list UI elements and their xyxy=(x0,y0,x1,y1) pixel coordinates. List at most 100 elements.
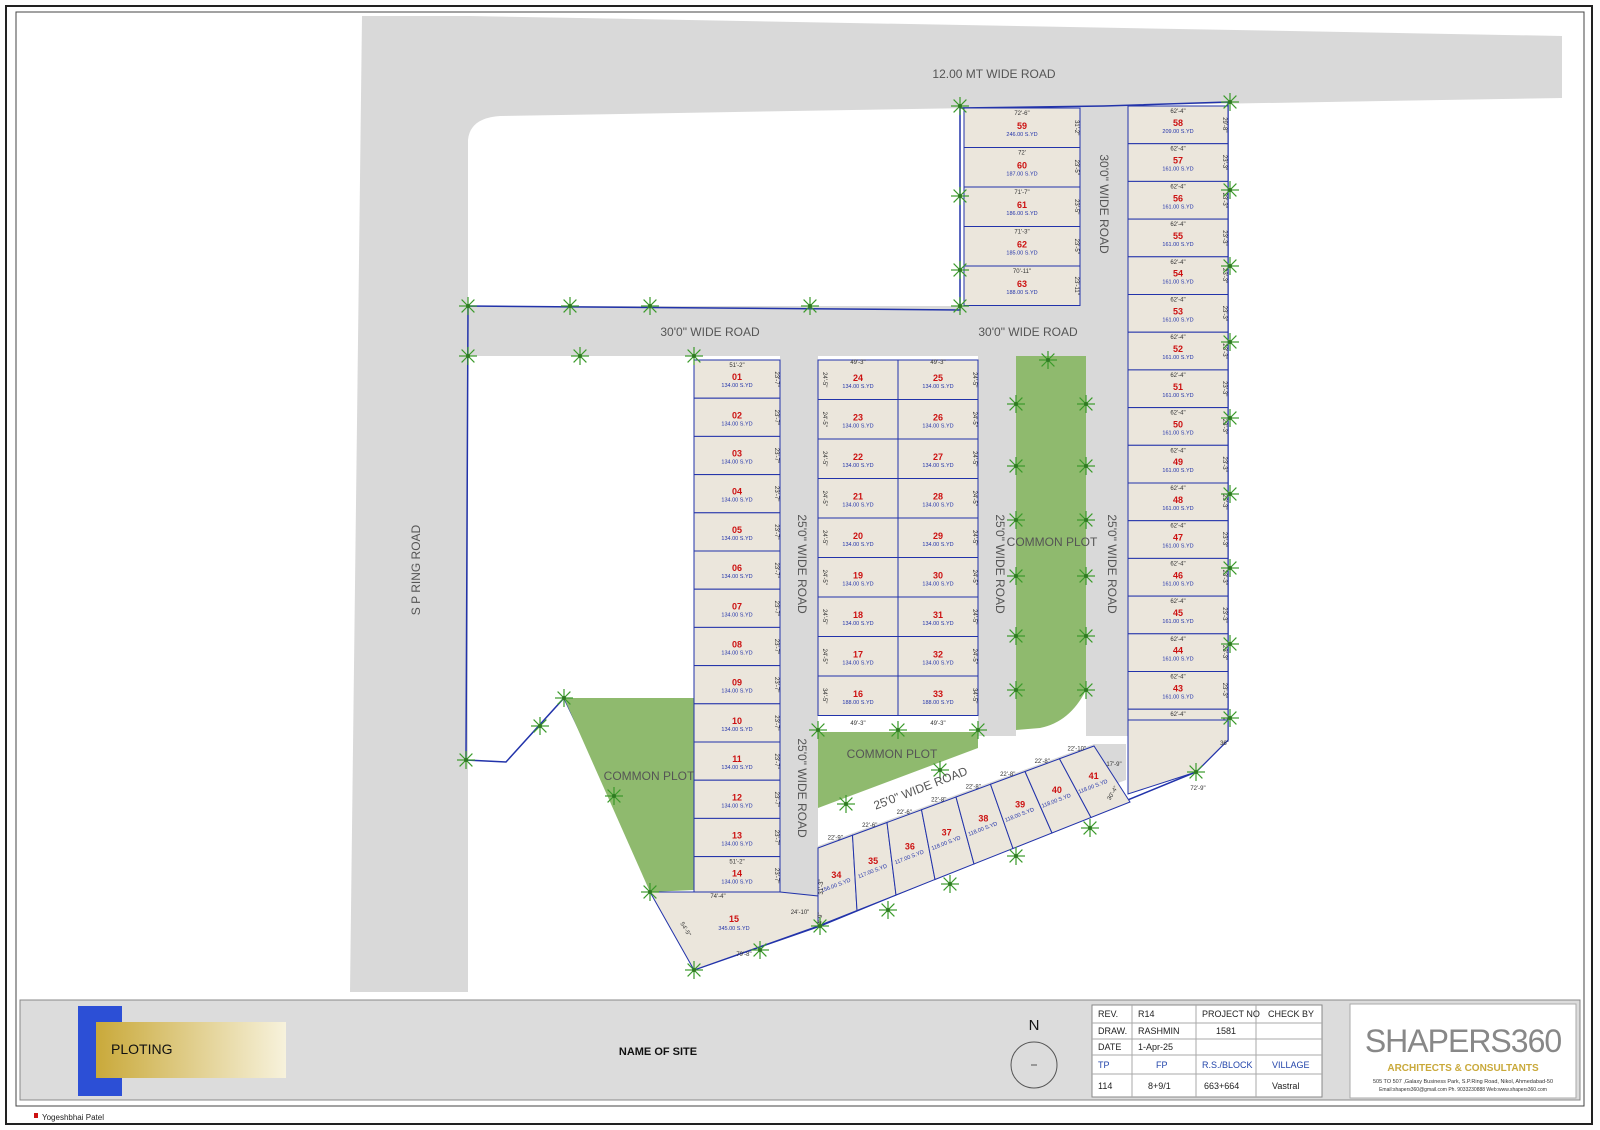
plot-number-22: 22 xyxy=(853,452,863,462)
plot-number-30: 30 xyxy=(933,570,943,580)
plot-number-16: 16 xyxy=(853,689,863,699)
common-plot-label-east: COMMON PLOT xyxy=(1007,535,1098,549)
plot-area-63: 188.00 S.YD xyxy=(1006,290,1037,296)
plot-number-53: 53 xyxy=(1173,306,1183,316)
plot-width-61: 71'-7" xyxy=(1014,190,1029,196)
plot-number-17: 17 xyxy=(853,649,863,659)
draw-value: RASHMIN xyxy=(1138,1026,1180,1036)
plot-number-57: 57 xyxy=(1173,156,1183,166)
plot-area-50: 161.00 S.YD xyxy=(1162,430,1193,436)
date-label: DATE xyxy=(1098,1042,1121,1052)
rs-block-label: R.S./BLOCK xyxy=(1202,1060,1253,1070)
common-plot-label-west: COMMON PLOT xyxy=(604,769,695,783)
village-label: VILLAGE xyxy=(1272,1060,1310,1070)
tree-icon xyxy=(459,347,477,365)
diag-dim-a: 17'-9" xyxy=(1106,762,1121,768)
plot-width-36: 22'-6" xyxy=(897,810,912,816)
road-label-25-d: 25'0" WIDE ROAD xyxy=(1105,514,1119,614)
plot-depth-33: 34'-5" xyxy=(971,688,977,703)
plot-number-19: 19 xyxy=(853,570,863,580)
tree-icon xyxy=(1221,709,1239,727)
plot-width-15: 74'-4" xyxy=(710,894,725,900)
plot-width-56: 62'-4" xyxy=(1170,184,1185,190)
plot-width-48: 62'-4" xyxy=(1170,486,1185,492)
tree-icon xyxy=(555,689,573,707)
brand-logo: SHAPERS360 xyxy=(1365,1023,1562,1059)
plot-number-44: 44 xyxy=(1173,646,1183,656)
plot-depth-53: 23'-3" xyxy=(1221,306,1227,321)
plot-number-59: 59 xyxy=(1017,121,1027,131)
tp-value: 114 xyxy=(1098,1081,1112,1091)
site-plan-sheet: 01134.00 S.YD 23'-7"51'-2"02134.00 S.YD 23… xyxy=(5,5,1593,1125)
road-label-30-a: 30'0" WIDE ROAD xyxy=(660,325,760,339)
mid-width-2: 49'-3" xyxy=(850,721,865,727)
plot-area-06: 134.00 S.YD xyxy=(721,574,752,580)
plot-depth-21: 24'-5" xyxy=(821,491,827,506)
plot-area-10: 134.00 S.YD xyxy=(721,727,752,733)
plot-number-38: 38 xyxy=(978,813,988,823)
plot-number-01: 01 xyxy=(732,372,742,382)
plot-area-62: 185.00 S.YD xyxy=(1006,250,1037,256)
plot-area-15: 345.00 S.YD xyxy=(718,926,749,932)
plot-depth-63: 23'-11" xyxy=(1073,277,1079,295)
plot-depth-11: 23'-7" xyxy=(773,753,779,768)
plot-depth-10: 23'-7" xyxy=(773,715,779,730)
project-no-value: 1581 xyxy=(1216,1026,1236,1036)
plot-area-11: 134.00 S.YD xyxy=(721,765,752,771)
plot-area-55: 161.00 S.YD xyxy=(1162,242,1193,248)
plot-width-63: 70'-11" xyxy=(1013,269,1031,275)
plot-area-48: 161.00 S.YD xyxy=(1162,506,1193,512)
plot-number-21: 21 xyxy=(853,491,863,501)
plot-width-55: 62'-4" xyxy=(1170,222,1185,228)
plot-number-03: 03 xyxy=(732,449,742,459)
plot-number-48: 48 xyxy=(1173,495,1183,505)
plot-area-44: 161.00 S.YD xyxy=(1162,657,1193,663)
tree-icon xyxy=(561,297,579,315)
plot-number-37: 37 xyxy=(942,828,952,838)
plot-area-08: 134.00 S.YD xyxy=(721,651,752,657)
plot-area-09: 134.00 S.YD xyxy=(721,689,752,695)
tree-icon xyxy=(1187,763,1205,781)
tree-icon xyxy=(1007,457,1025,475)
tree-icon xyxy=(641,883,659,901)
plot-number-40: 40 xyxy=(1052,785,1062,795)
tree-icon xyxy=(1077,567,1095,585)
site-plan: 01134.00 S.YD 23'-7"51'-2"02134.00 S.YD 23… xyxy=(350,16,1562,992)
plot-area-46: 161.00 S.YD xyxy=(1162,581,1193,587)
plot-width-50: 62'-4" xyxy=(1170,411,1185,417)
plot-number-49: 49 xyxy=(1173,457,1183,467)
title-block: PLOTING NAME OF SITE N REV. R14 PROJECT … xyxy=(19,999,1581,1101)
plot-area-33: 188.00 S.YD xyxy=(922,700,953,706)
plot-depth-12: 23'-7" xyxy=(773,792,779,807)
title-block-table: REV. R14 PROJECT NO CHECK BY DRAW. RASHM… xyxy=(1091,1004,1323,1098)
tree-icon xyxy=(1221,181,1239,199)
plot-depth-07: 23'-7" xyxy=(773,601,779,616)
plot-number-60: 60 xyxy=(1017,160,1027,170)
plot-number-18: 18 xyxy=(853,610,863,620)
plot-number-08: 08 xyxy=(732,640,742,650)
common-plot-west xyxy=(564,698,694,892)
plot-width-41: 22'-10" xyxy=(1067,746,1086,752)
plot-number-33: 33 xyxy=(933,689,943,699)
plot-area-01: 134.00 S.YD xyxy=(721,383,752,389)
plot-depth-17: 24'-5" xyxy=(821,649,827,664)
plot-depth-24: 24'-5" xyxy=(821,372,827,387)
plot-area-20: 134.00 S.YD xyxy=(842,542,873,548)
plot-area-16: 188.00 S.YD xyxy=(842,700,873,706)
tp-label: TP xyxy=(1098,1060,1110,1070)
owner-name: Yogeshbhai Patel xyxy=(42,1113,104,1122)
plot-area-54: 161.00 S.YD xyxy=(1162,280,1193,286)
plot-area-13: 134.00 S.YD xyxy=(721,842,752,848)
plot-42-extension xyxy=(1127,719,1229,795)
tree-icon xyxy=(951,97,969,115)
plot-area-52: 161.00 S.YD xyxy=(1162,355,1193,361)
road-label-25-b: 25'0" WIDE ROAD xyxy=(795,738,809,838)
tree-icon xyxy=(1077,511,1095,529)
road-label-top: 12.00 MT WIDE ROAD xyxy=(932,67,1055,81)
plot-depth-43: 23'-3" xyxy=(1221,683,1227,698)
rev-value: R14 xyxy=(1138,1009,1155,1019)
plot-depth-51: 23'-3" xyxy=(1221,381,1227,396)
plot-depth-60: 23'-5" xyxy=(1073,160,1079,175)
plot-depth-09: 23'-7" xyxy=(773,677,779,692)
plot-width-51: 62'-4" xyxy=(1170,373,1185,379)
